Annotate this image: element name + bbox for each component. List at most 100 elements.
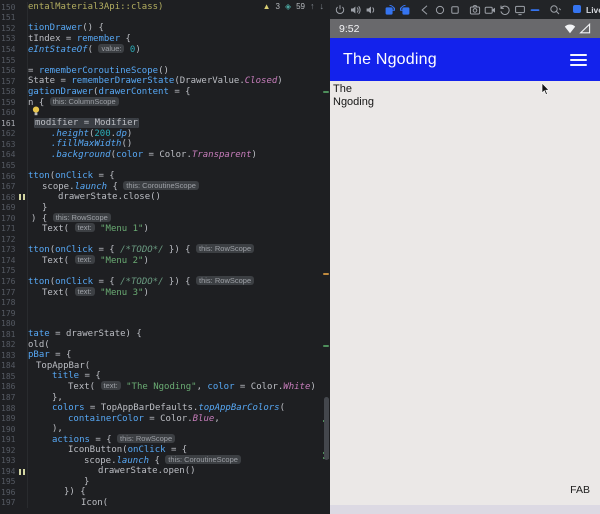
snapshot-icon[interactable] xyxy=(499,4,511,16)
gutter[interactable] xyxy=(17,497,28,509)
gutter[interactable] xyxy=(17,297,28,308)
gutter[interactable] xyxy=(17,276,28,287)
rotate-right-icon[interactable] xyxy=(399,4,411,16)
device-screen[interactable]: 9:52 The Ngoding The Ngoding FAB xyxy=(330,19,600,514)
stripe-mark[interactable] xyxy=(323,273,329,275)
gutter[interactable] xyxy=(17,107,28,119)
code-line[interactable]: 191 actions = { this: RowScope xyxy=(0,434,330,445)
code-line[interactable]: 169} xyxy=(0,202,330,213)
gutter[interactable] xyxy=(17,2,28,13)
home-icon[interactable] xyxy=(434,4,446,16)
code-line[interactable]: 192 IconButton(onClick = { xyxy=(0,444,330,456)
fold-icon[interactable] xyxy=(529,4,541,16)
gutter[interactable] xyxy=(17,350,28,361)
gutter[interactable] xyxy=(17,476,28,488)
prev-problem-arrow-icon[interactable]: ↑ xyxy=(310,1,315,11)
code-line[interactable]: 168 drawerState.close() xyxy=(0,191,330,203)
inspections-widget[interactable]: ▲ 3 ◈ 59 ↑ ↓ xyxy=(263,1,324,11)
pause-icon[interactable] xyxy=(19,194,26,201)
stripe-mark[interactable] xyxy=(323,345,329,347)
gutter[interactable] xyxy=(17,434,28,445)
scrollbar-thumb[interactable] xyxy=(324,397,329,460)
power-icon[interactable] xyxy=(334,4,346,16)
code-line[interactable]: 184 TopAppBar( xyxy=(0,360,330,372)
code-line[interactable]: 174 Text( text: "Menu 2") xyxy=(0,254,330,266)
code-line[interactable]: 193 scope.launch { this: CoroutineScope xyxy=(0,455,330,466)
gutter[interactable] xyxy=(17,54,28,66)
gutter[interactable] xyxy=(17,371,28,382)
gutter[interactable] xyxy=(17,33,28,45)
code-line[interactable]: 194 drawerState.open() xyxy=(0,466,330,477)
code-line[interactable]: 162 .height(200.dp) xyxy=(0,128,330,140)
code-line[interactable]: 167 scope.launch { this: CoroutineScope xyxy=(0,181,330,192)
code-line[interactable]: 161 modifier = Modifier xyxy=(0,118,330,129)
pause-icon[interactable] xyxy=(19,468,26,475)
code-line[interactable]: 176 tton(onClick = { /*TODO*/ }) { this: … xyxy=(0,276,330,287)
code-line[interactable]: 173 tton(onClick = { /*TODO*/ }) { this: … xyxy=(0,244,330,256)
gutter[interactable] xyxy=(17,402,28,414)
stripe-mark[interactable] xyxy=(323,91,329,93)
code-line[interactable]: 185 title = { xyxy=(0,371,330,382)
code-line[interactable]: 153 tIndex = remember { xyxy=(0,33,330,45)
gutter[interactable] xyxy=(17,12,28,24)
code-line[interactable]: 186 Text( text: "The Ngoding", color = Co… xyxy=(0,381,330,392)
gesture-nav-bar[interactable] xyxy=(330,505,600,514)
gutter[interactable] xyxy=(17,423,28,435)
gutter[interactable] xyxy=(17,413,28,424)
code-line[interactable]: 156 = rememberCoroutineScope() xyxy=(0,65,330,76)
gutter[interactable] xyxy=(17,318,28,329)
gutter[interactable] xyxy=(17,65,28,76)
overview-icon[interactable] xyxy=(449,4,461,16)
code-editor[interactable]: ▲ 3 ◈ 59 ↑ ↓ 150 entalMaterial3Api::class) 1… xyxy=(0,0,330,514)
record-icon[interactable] xyxy=(484,4,496,16)
code-line[interactable]: 180 xyxy=(0,318,330,329)
code-line[interactable]: 197 Icon( xyxy=(0,497,330,509)
code-line[interactable]: 189 containerColor = Color.Blue, xyxy=(0,413,330,424)
back-icon[interactable] xyxy=(419,4,431,16)
code-line[interactable]: 188 colors = TopAppBarDefaults.topAppBarC… xyxy=(0,402,330,414)
gutter[interactable] xyxy=(17,234,28,245)
code-line[interactable]: 179 xyxy=(0,307,330,319)
code-line[interactable]: 195} xyxy=(0,476,330,488)
code-line[interactable]: 172 xyxy=(0,234,330,245)
code-line[interactable]: 177 Text( text: "Menu 3") xyxy=(0,286,330,298)
code-line[interactable]: 155 xyxy=(0,54,330,66)
gutter[interactable] xyxy=(17,23,28,34)
gutter[interactable] xyxy=(17,392,28,403)
code-line[interactable]: 182 old( xyxy=(0,339,330,351)
code-line[interactable]: 171 Text( text: "Menu 1") xyxy=(0,223,330,234)
gutter[interactable] xyxy=(17,181,28,192)
zoom-icon[interactable] xyxy=(549,4,561,16)
gutter[interactable] xyxy=(17,328,28,340)
screenshot-icon[interactable] xyxy=(469,4,481,16)
gutter[interactable] xyxy=(17,360,28,372)
gutter[interactable] xyxy=(17,444,28,456)
code-line[interactable]: 196}) { xyxy=(0,487,330,498)
display-mode-icon[interactable] xyxy=(514,4,526,16)
gutter[interactable] xyxy=(17,244,28,256)
gutter[interactable] xyxy=(17,96,28,108)
code-line[interactable]: 152 tionDrawer() { xyxy=(0,23,330,34)
code-line[interactable]: 170) { this: RowScope xyxy=(0,212,330,224)
next-problem-arrow-icon[interactable]: ↓ xyxy=(320,1,325,11)
live-edit-status[interactable]: Live Edit disabled xyxy=(571,3,600,17)
menu-hamburger-icon[interactable] xyxy=(570,53,587,66)
gutter[interactable] xyxy=(17,75,28,87)
gutter[interactable] xyxy=(17,339,28,351)
code-line[interactable]: 164 .background(color = Color.Transparent… xyxy=(0,149,330,161)
gutter[interactable] xyxy=(17,191,28,203)
code-line[interactable]: 178 xyxy=(0,297,330,308)
code-line[interactable]: 160 xyxy=(0,106,330,119)
gutter[interactable] xyxy=(17,149,28,161)
gutter[interactable] xyxy=(17,118,28,129)
code-line[interactable]: 157 State = rememberDrawerState(DrawerVal… xyxy=(0,75,330,87)
gutter[interactable] xyxy=(17,170,28,182)
gutter[interactable] xyxy=(17,466,28,477)
gutter[interactable] xyxy=(17,223,28,235)
code-line[interactable]: 151 xyxy=(0,12,330,24)
gutter[interactable] xyxy=(17,487,28,498)
code-line[interactable]: 166 tton(onClick = { xyxy=(0,170,330,182)
code-line[interactable]: 190), xyxy=(0,423,330,435)
rotate-left-icon[interactable] xyxy=(384,4,396,16)
volume-up-icon[interactable] xyxy=(349,4,361,16)
